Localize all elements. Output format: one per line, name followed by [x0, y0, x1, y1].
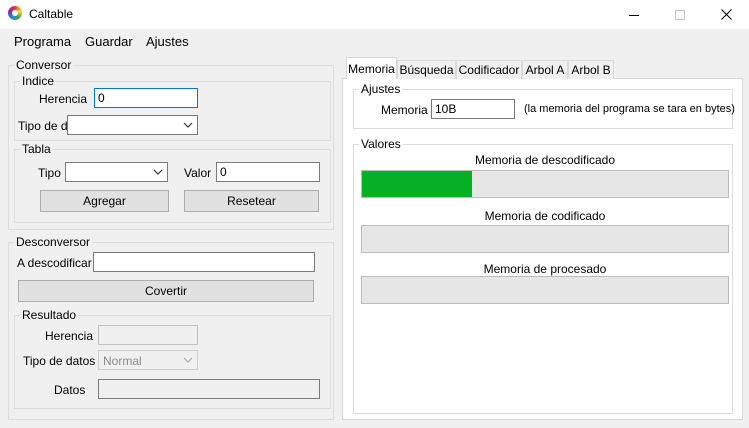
minimize-icon[interactable] — [611, 0, 657, 29]
resetear-button[interactable]: Resetear — [184, 190, 319, 212]
a-descodificar-input[interactable] — [93, 252, 315, 272]
convertir-button[interactable]: Covertir — [18, 280, 314, 302]
datos-output — [98, 379, 320, 399]
indice-legend: Indice — [22, 74, 55, 88]
tab-busqueda[interactable]: Búsqueda — [397, 60, 456, 79]
tab-codificador[interactable]: Codificador — [456, 60, 522, 79]
agregar-button[interactable]: Agregar — [40, 190, 169, 212]
bar-label-descodificado: Memoria de descodificado — [474, 153, 616, 167]
progress-descodificado-fill — [362, 171, 472, 197]
app-logo-icon — [8, 6, 22, 20]
tipo-label: Tipo — [38, 166, 61, 180]
bar-label-procesado: Memoria de procesado — [483, 262, 607, 276]
tab-memoria[interactable]: Memoria — [346, 57, 397, 79]
resultado-tipo-datos-value: Normal — [103, 354, 142, 368]
tab-arbol-b[interactable]: Arbol B — [568, 60, 614, 79]
chevron-down-icon — [183, 357, 193, 363]
menu-programa[interactable]: Programa — [14, 34, 71, 49]
datos-label: Datos — [54, 383, 86, 397]
valor-label: Valor — [184, 166, 212, 180]
herencia-label: Herencia — [39, 92, 88, 106]
maximize-icon[interactable] — [657, 0, 703, 29]
ajustes-legend: Ajustes — [361, 82, 401, 96]
conversor-legend: Conversor — [16, 58, 72, 72]
desconversor-legend: Desconversor — [16, 235, 91, 249]
tabla-legend: Tabla — [22, 142, 51, 156]
tipo-datos-select[interactable] — [67, 115, 198, 135]
chevron-down-icon — [153, 169, 163, 175]
bar-label-codificado: Memoria de codificado — [484, 209, 606, 223]
tab-arbol-a[interactable]: Arbol A — [522, 60, 568, 79]
valor-input[interactable]: 0 — [216, 162, 320, 182]
memoria-note: (la memoria del programa se tara en byte… — [524, 103, 735, 115]
menu-guardar[interactable]: Guardar — [85, 34, 133, 49]
resultado-tipo-datos-select: Normal — [98, 350, 198, 370]
resultado-legend: Resultado — [22, 308, 77, 322]
resultado-herencia-label: Herencia — [45, 329, 94, 343]
menu-ajustes[interactable]: Ajustes — [146, 34, 189, 49]
close-icon[interactable] — [703, 0, 749, 29]
memoria-label: Memoria — [381, 103, 428, 117]
memoria-input[interactable]: 10B — [431, 99, 515, 119]
tipo-select[interactable] — [65, 162, 168, 182]
chevron-down-icon — [183, 122, 193, 128]
progress-descodificado — [361, 170, 729, 198]
herencia-input[interactable]: 0 — [94, 88, 198, 108]
resultado-herencia-input — [98, 325, 198, 345]
a-descodificar-label: A descodificar — [17, 256, 92, 270]
resultado-tipo-datos-label: Tipo de datos — [23, 354, 96, 368]
progress-procesado — [361, 276, 729, 304]
window-title: Caltable — [29, 7, 74, 21]
progress-codificado — [361, 225, 729, 253]
valores-legend: Valores — [361, 137, 401, 151]
